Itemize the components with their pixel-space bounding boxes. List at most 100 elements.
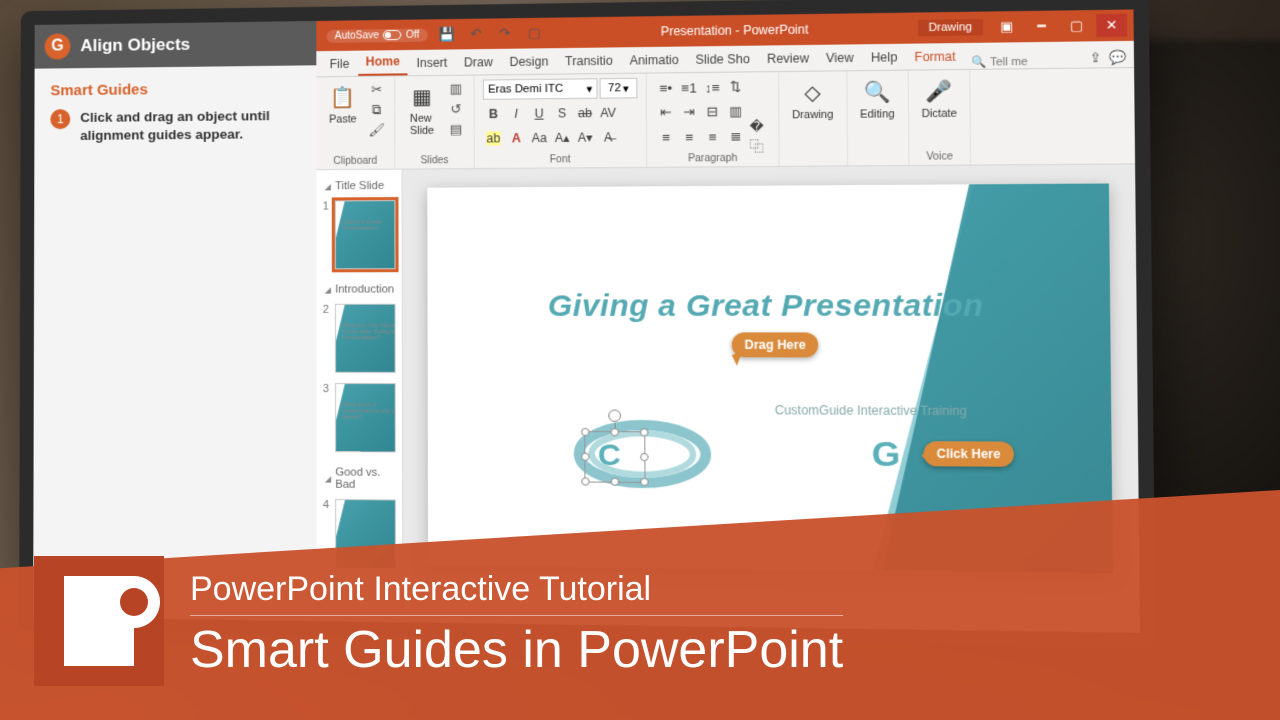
redo-icon[interactable]: ↷ (496, 24, 515, 43)
font-color-button[interactable]: A (506, 128, 527, 149)
tab-draw[interactable]: Draw (457, 51, 501, 75)
underline-button[interactable]: U (529, 103, 550, 124)
resize-handle[interactable] (610, 428, 618, 436)
tell-me-search[interactable]: 🔍 Tell me (972, 55, 1028, 69)
tab-home[interactable]: Home (359, 50, 408, 76)
copy-icon[interactable]: ⧉ (367, 101, 385, 119)
layout-icon[interactable]: ▥ (447, 80, 466, 98)
justify-button[interactable]: ≣ (725, 126, 746, 147)
ribbon-display-icon[interactable]: ▣ (992, 15, 1023, 38)
clear-format-button[interactable]: A̶ (598, 127, 619, 148)
comments-icon[interactable]: 💬 (1108, 48, 1128, 67)
group-drawing: ◇ Drawing (779, 71, 848, 166)
autosave-toggle[interactable]: AutoSave Off (327, 28, 428, 42)
video-title-banner: PowerPoint Interactive Tutorial Smart Gu… (0, 490, 1280, 720)
font-name-select[interactable]: Eras Demi ITC▾ (483, 78, 598, 100)
tab-design[interactable]: Design (502, 50, 556, 74)
chevron-down-icon: ▾ (586, 82, 592, 95)
italic-button[interactable]: I (506, 103, 527, 124)
dictate-button[interactable]: 🎤 Dictate (917, 74, 961, 122)
group-label: Font (483, 154, 638, 166)
resize-handle[interactable] (581, 477, 589, 485)
align-left-button[interactable]: ≡ (655, 127, 676, 148)
group-label: Paragraph (656, 153, 770, 165)
bullets-button[interactable]: ≡• (655, 77, 676, 98)
section-heading[interactable]: Introduction (323, 279, 396, 299)
reset-icon[interactable]: ↺ (447, 100, 466, 118)
maximize-button[interactable]: ▢ (1061, 14, 1092, 37)
section-icon[interactable]: ▤ (447, 120, 466, 138)
section-heading[interactable]: Title Slide (323, 176, 396, 197)
letter-c-object[interactable]: C (598, 438, 621, 473)
cut-icon[interactable]: ✂ (367, 81, 385, 99)
align-right-button[interactable]: ≡ (702, 126, 723, 147)
shadow-button[interactable]: S (552, 103, 573, 124)
resize-handle[interactable] (611, 478, 619, 486)
editing-button[interactable]: 🔍 Editing (856, 75, 899, 123)
drawing-button[interactable]: ◇ Drawing (788, 76, 838, 124)
columns-button[interactable]: ▥ (725, 101, 746, 122)
callout-click-here: Click Here (924, 441, 1014, 467)
highlight-button[interactable]: ab (483, 128, 504, 149)
resize-handle[interactable] (640, 428, 648, 436)
decrease-indent-button[interactable]: ⇤ (655, 102, 676, 123)
resize-handle[interactable] (581, 453, 589, 461)
line-spacing-button[interactable]: ↕≡ (702, 77, 723, 98)
letter-g-object[interactable]: G (872, 435, 901, 476)
tab-transitions[interactable]: Transitio (558, 49, 620, 73)
tab-review[interactable]: Review (759, 47, 816, 71)
close-button[interactable]: ✕ (1096, 14, 1127, 37)
bold-button[interactable]: B (483, 104, 504, 125)
undo-icon[interactable]: ↶ (467, 25, 486, 44)
paste-button[interactable]: 📋 Paste (325, 81, 362, 128)
new-slide-button[interactable]: ▦ New Slide (403, 80, 440, 139)
tab-format[interactable]: Format (907, 45, 963, 70)
save-icon[interactable]: 💾 (438, 25, 457, 43)
group-label: Clipboard (325, 156, 386, 168)
banner-line-1: PowerPoint Interactive Tutorial (190, 570, 843, 616)
shapes-icon: ◇ (797, 78, 827, 107)
thumbnail-slide-3[interactable]: 3What kind of presentations are you givi… (323, 383, 396, 453)
group-voice: 🎤 Dictate Voice (908, 70, 971, 165)
align-text-button[interactable]: ⊟ (702, 102, 723, 123)
change-case-button[interactable]: Aa (529, 128, 550, 149)
tab-insert[interactable]: Insert (409, 51, 454, 75)
tab-file[interactable]: File (322, 53, 356, 77)
numbering-button[interactable]: ≡1 (678, 77, 699, 98)
tutorial-step: 1 Click and drag an object until alignme… (50, 107, 300, 146)
group-clipboard: 📋 Paste ✂ ⧉ 🖌 Clipboard (316, 76, 395, 169)
step-number-badge: 1 (50, 109, 70, 129)
grow-font-button[interactable]: A▴ (552, 128, 573, 149)
resize-handle[interactable] (581, 428, 589, 436)
resize-handle[interactable] (640, 478, 648, 486)
rotate-handle-icon[interactable] (608, 410, 621, 422)
tab-help[interactable]: Help (863, 46, 905, 70)
share-icon[interactable]: ⇪ (1086, 49, 1106, 68)
slide-subtitle[interactable]: CustomGuide Interactive Training (775, 403, 967, 418)
tab-animations[interactable]: Animatio (622, 49, 686, 73)
find-icon: 🔍 (862, 77, 892, 106)
font-size-select[interactable]: 72 ▾ (600, 78, 638, 99)
tab-slideshow[interactable]: Slide Sho (688, 48, 757, 72)
shrink-font-button[interactable]: A▾ (575, 127, 596, 148)
selection-box[interactable]: C (584, 431, 645, 483)
slide-title[interactable]: Giving a Great Presentation (428, 288, 1111, 324)
increase-indent-button[interactable]: ⇥ (679, 102, 700, 123)
strike-button[interactable]: ab (575, 103, 596, 124)
powerpoint-logo-icon (34, 556, 164, 686)
step-text: Click and drag an object until alignment… (80, 107, 300, 146)
align-center-button[interactable]: ≡ (679, 126, 700, 147)
start-slideshow-icon[interactable]: ▢ (525, 24, 544, 43)
tutorial-section-title: Smart Guides (50, 80, 300, 100)
mic-icon: 🎤 (924, 76, 955, 105)
tab-view[interactable]: View (818, 46, 861, 70)
callout-drag-here: Drag Here (732, 332, 819, 357)
resize-handle[interactable] (640, 453, 648, 461)
minimize-button[interactable]: ━ (1026, 15, 1057, 38)
text-direction-button[interactable]: ⇅ (725, 77, 746, 98)
thumbnail-slide-1[interactable]: 1Giving a Great Presentation (323, 200, 396, 269)
format-painter-icon[interactable]: 🖌 (368, 121, 387, 139)
smartart-button[interactable]: �⿻ (749, 126, 770, 147)
thumbnail-slide-2[interactable]: 2What Do You Want To Know After Today's … (323, 304, 396, 373)
spacing-button[interactable]: AV (598, 103, 619, 124)
